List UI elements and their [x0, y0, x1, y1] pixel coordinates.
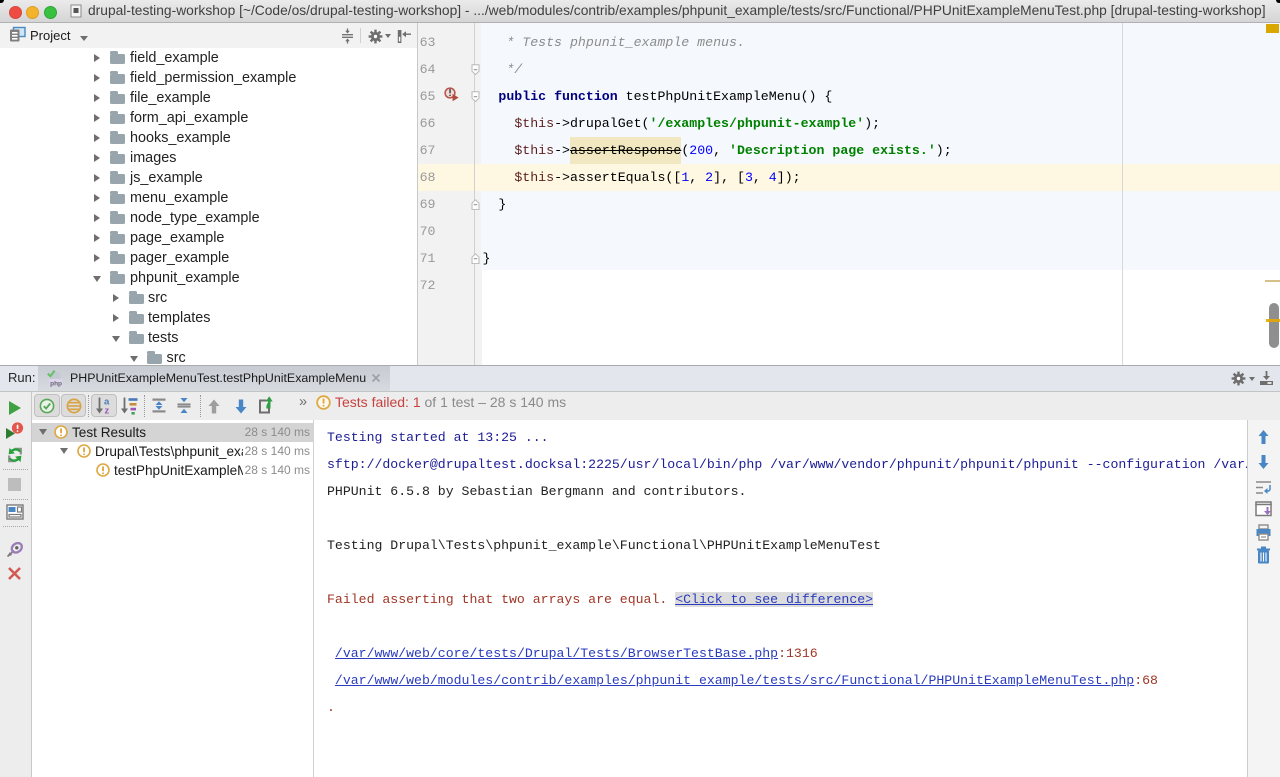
svg-text:z: z — [105, 406, 110, 416]
svg-text:php: php — [50, 380, 62, 387]
